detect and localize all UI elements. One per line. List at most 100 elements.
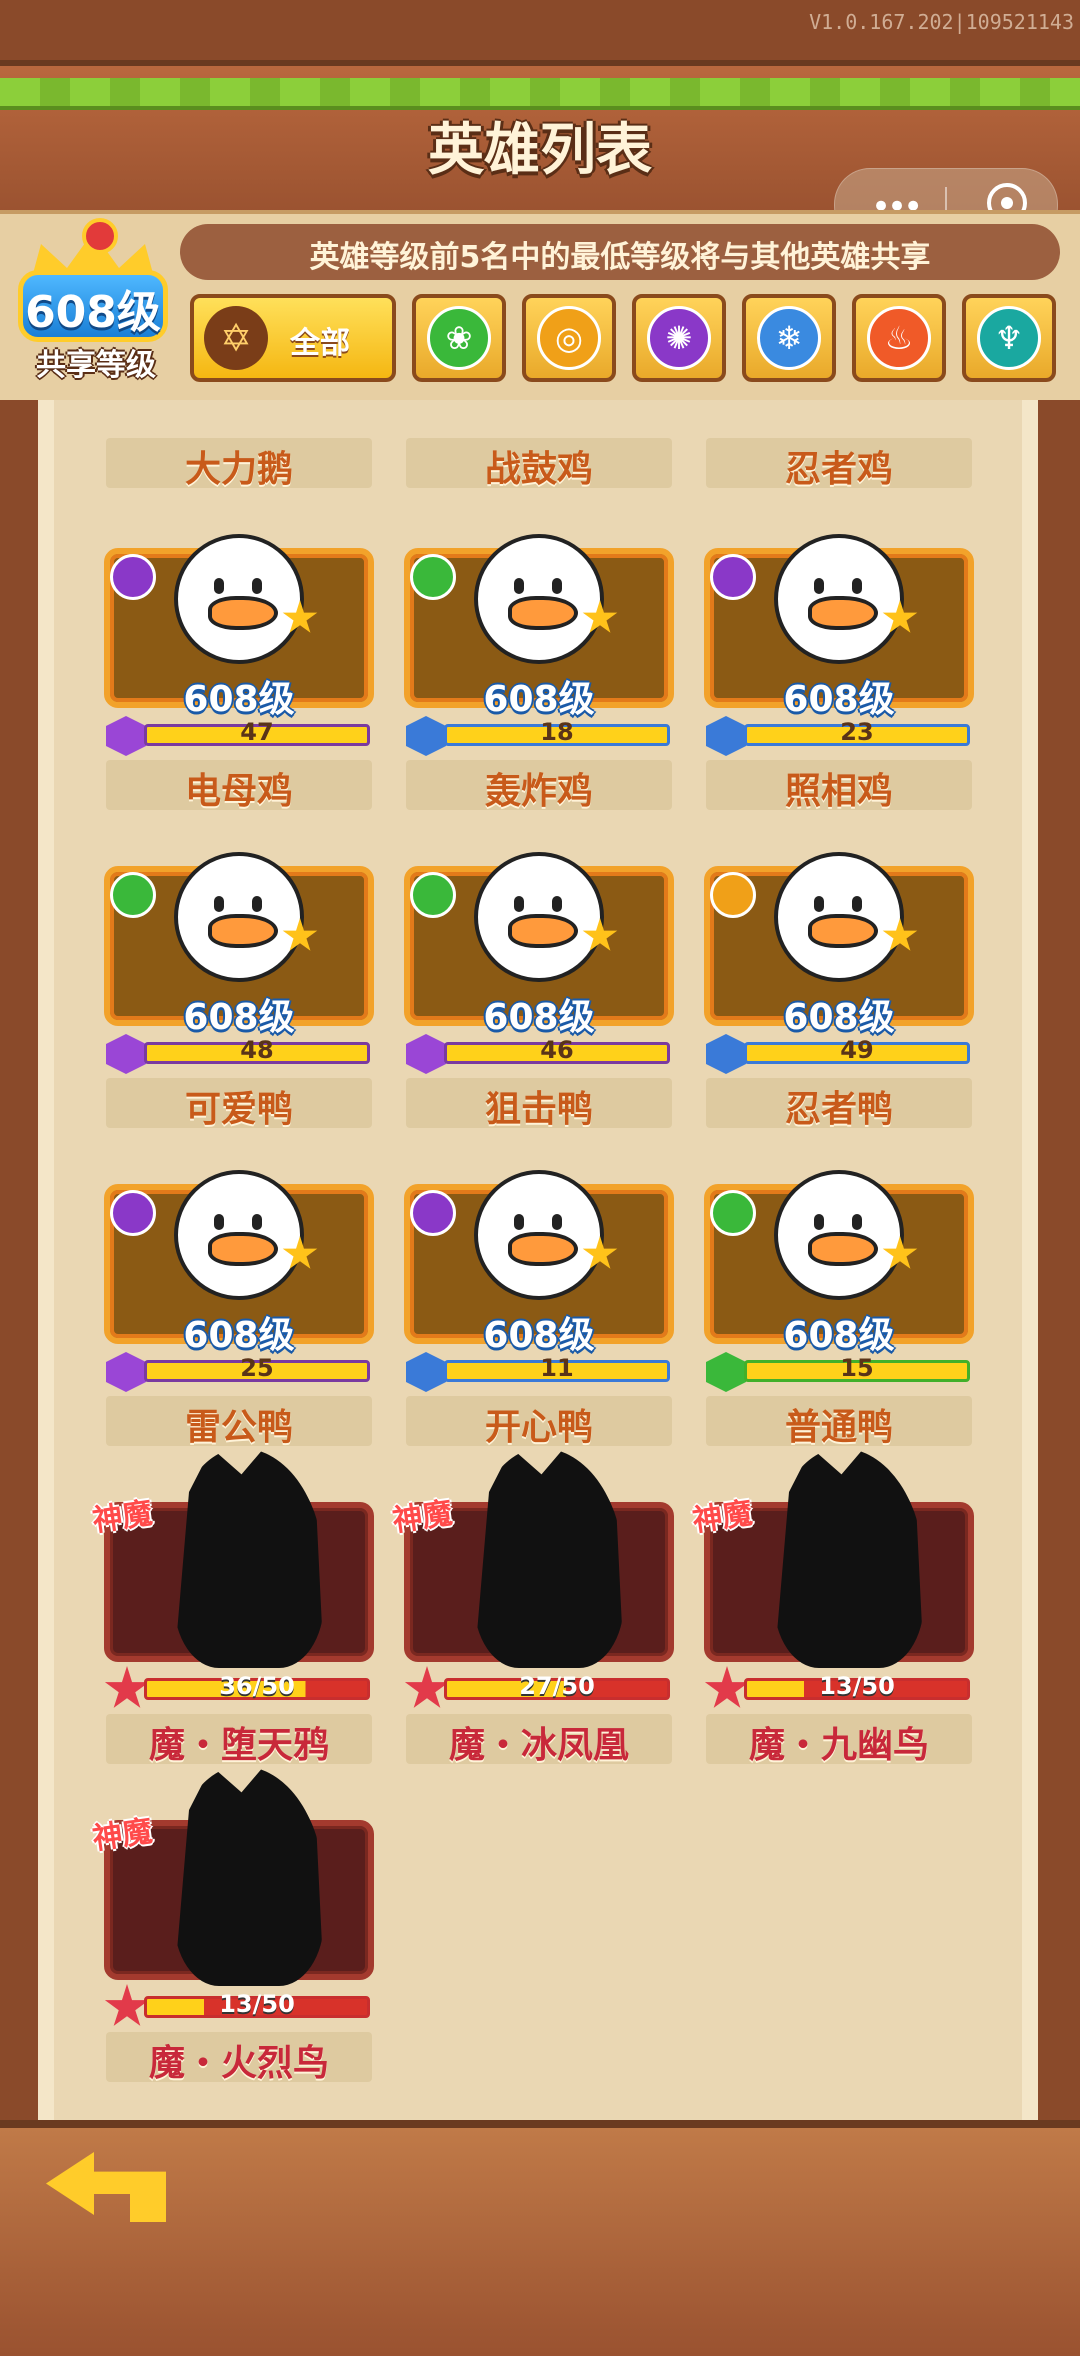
filter-nature-button[interactable]: ❀ [412,294,506,382]
hero-level: 608级 [183,1315,295,1356]
silhouette-shape [174,1448,324,1668]
shard-count: 48 [240,1036,274,1064]
hero-name: 照相鸡 [784,771,893,812]
hero-silhouette [164,1448,324,1668]
shard-count: 49 [840,1036,874,1064]
hero-level: 608级 [483,1315,595,1356]
eye [814,896,824,912]
silhouette-shape [774,1448,924,1668]
hero-portrait [164,822,318,1012]
hero-level: 608级 [783,1315,895,1356]
eye [252,1214,262,1230]
bill [808,914,878,948]
hero-portrait [464,1140,618,1330]
crown-gem-icon [82,218,118,254]
hero-portrait [764,504,918,694]
hero-name: 开心鸭 [484,1407,593,1448]
filter-fire-button[interactable]: ♨ [852,294,946,382]
filter-all-button[interactable]: ✡ 全部 [190,294,396,382]
shard-progress: 13/50 [819,1672,895,1700]
bill [208,1232,278,1266]
all-elements-icon: ✡ [204,306,268,370]
hero-level: 608级 [783,679,895,720]
shard-count: 15 [840,1354,874,1382]
hero-name: 可爱鸭 [184,1089,293,1130]
eye [814,578,824,594]
element-badge-icon [410,554,456,600]
hero-level: 608级 [183,997,295,1038]
eye [214,1214,224,1230]
element-badge-icon [110,554,156,600]
eye [252,896,262,912]
hero-name: 轰炸鸡 [484,771,593,812]
hero-portrait [164,504,318,694]
hero-portrait [464,504,618,694]
shared-level-value: 608级 [25,287,161,338]
bill [808,596,878,630]
element-badge-icon [710,554,756,600]
hero-portrait [164,1140,318,1330]
back-button[interactable] [16,2140,166,2240]
filter-sea-button[interactable]: ♆ [962,294,1056,382]
hero-level: 608级 [483,997,595,1038]
hero-name: 电母鸡 [184,771,293,812]
eye [214,578,224,594]
filter-shadow-button[interactable]: ✺ [632,294,726,382]
hero-level: 608级 [783,997,895,1038]
flame-icon: ♨ [867,306,931,370]
sun-icon: ◎ [537,306,601,370]
hero-portrait [764,822,918,1012]
hero-silhouette [764,1448,924,1668]
shenmo-tag: 神魔 [90,1813,155,1857]
shenmo-tag: 神魔 [390,1495,455,1539]
hero-name: 魔・火烈鸟 [148,2043,329,2084]
trident-icon: ♆ [977,306,1041,370]
hero-name: 战鼓鸡 [484,449,593,490]
filter-ice-button[interactable]: ❄ [742,294,836,382]
eye [214,896,224,912]
shenmo-tag: 神魔 [90,1495,155,1539]
hero-name: 魔・堕天鸦 [148,1725,329,1766]
eye [814,1214,824,1230]
shared-level-label: 共享等级 [36,348,156,383]
element-badge-icon [710,1190,756,1236]
snowflake-icon: ❄ [757,306,821,370]
hero-portrait [764,1140,918,1330]
eye [852,1214,862,1230]
vortex-icon: ✺ [647,306,711,370]
hero-portrait [464,822,618,1012]
eye [852,578,862,594]
shared-level-badge[interactable]: 608级 共享等级 [8,218,176,383]
element-badge-icon [410,872,456,918]
hero-silhouette [164,1766,324,1986]
hero-name: 忍者鸭 [784,1089,893,1130]
hero-name: 雷公鸭 [184,1407,293,1448]
bill [208,914,278,948]
version-label: V1.0.167.202|109521143 [809,10,1074,34]
shard-count: 47 [240,718,274,746]
element-badge-icon [410,1190,456,1236]
shard-progress: 27/50 [519,1672,595,1700]
element-filter-bar: ✡ 全部 ❀ ◎ ✺ ❄ ♨ ♆ [190,294,1080,384]
bill [508,1232,578,1266]
hero-name: 魔・九幽鸟 [748,1725,929,1766]
hero-name: 狙击鸭 [484,1089,593,1130]
eye [514,1214,524,1230]
eye [552,1214,562,1230]
eye [552,896,562,912]
back-arrow-icon [46,2152,166,2222]
filter-sun-button[interactable]: ◎ [522,294,616,382]
hero-level: 608级 [183,679,295,720]
shard-count: 18 [540,718,574,746]
shard-count: 11 [540,1354,574,1382]
shard-count: 25 [240,1354,274,1382]
shard-count: 23 [840,718,874,746]
shard-count: 46 [540,1036,574,1064]
eye [514,896,524,912]
element-badge-icon [110,1190,156,1236]
hero-name: 普通鸭 [784,1407,893,1448]
silhouette-shape [474,1448,624,1668]
leaf-icon: ❀ [427,306,491,370]
bill [808,1232,878,1266]
element-badge-icon [710,872,756,918]
